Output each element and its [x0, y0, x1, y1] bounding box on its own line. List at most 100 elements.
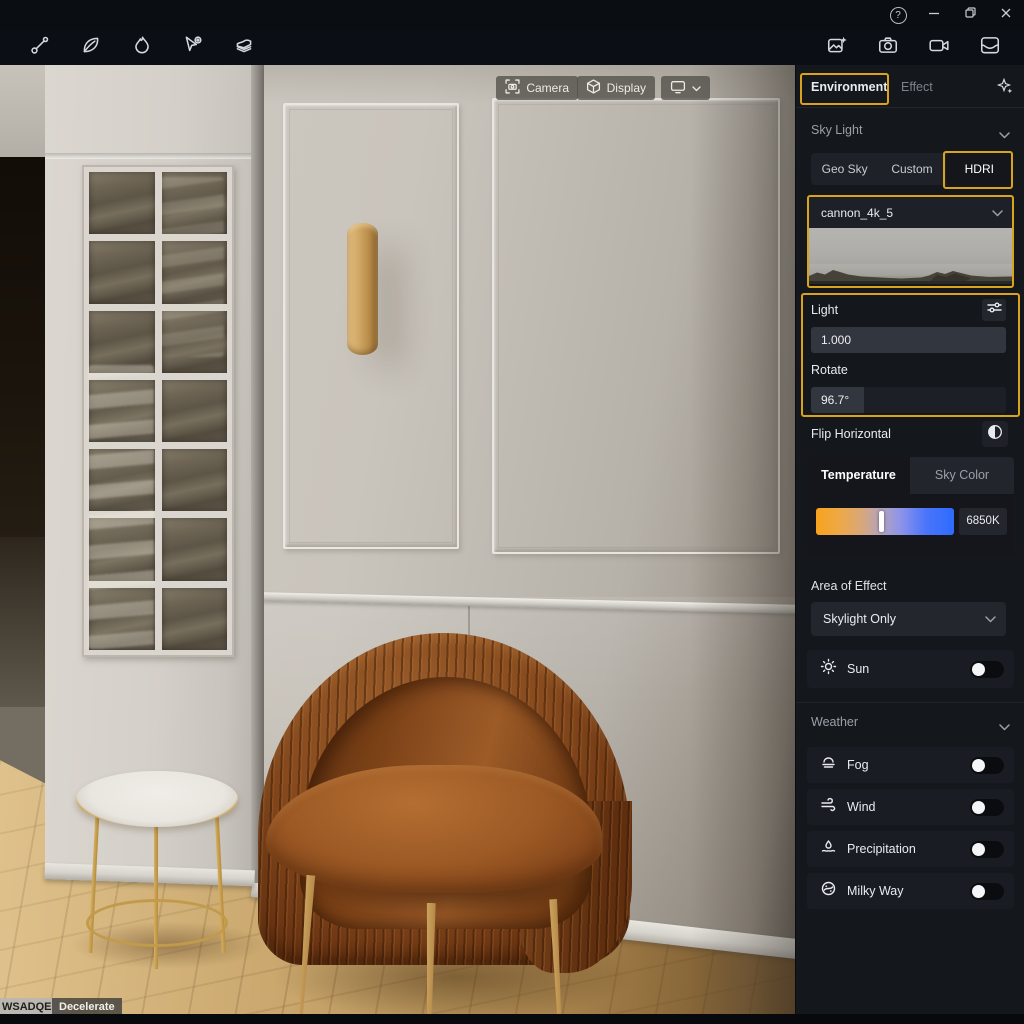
toggle-knob — [972, 759, 985, 772]
rotate-label: Rotate — [811, 363, 848, 377]
contrast-half-circle-icon — [987, 424, 1003, 445]
sparkles-icon — [996, 82, 1014, 99]
side-table-ring — [86, 899, 228, 947]
movement-keys-hint: WSADQE — [0, 998, 59, 1014]
sky-mode-geo-sky[interactable]: Geo Sky — [811, 153, 878, 185]
collapse-chevron-icon[interactable] — [999, 718, 1010, 736]
tab-effect[interactable]: Effect — [901, 80, 933, 94]
title-bar: ? — [0, 0, 1024, 30]
close-icon — [1000, 6, 1012, 24]
divider — [796, 702, 1024, 703]
sky-light-section-title[interactable]: Sky Light — [811, 123, 862, 137]
glass-pane — [162, 518, 228, 580]
sun-toggle[interactable] — [970, 661, 1004, 678]
display-mode-button[interactable]: Display — [577, 76, 655, 100]
collapse-chevron-icon[interactable] — [999, 126, 1010, 144]
wind-toggle[interactable] — [970, 799, 1004, 816]
sky-mode-custom[interactable]: Custom — [878, 153, 945, 185]
dark-doorway-opening — [0, 157, 47, 537]
fog-icon — [820, 754, 837, 776]
hallway-shadow — [0, 537, 47, 707]
area-of-effect-dropdown[interactable]: Skylight Only — [811, 602, 1006, 636]
weather-row-wind[interactable]: Wind — [807, 789, 1014, 825]
fog-label: Fog — [847, 758, 869, 772]
tab-temperature[interactable]: Temperature — [807, 457, 910, 494]
minimize-button[interactable] — [916, 0, 952, 30]
asset-library-button[interactable] — [978, 36, 1002, 60]
render-image-button[interactable] — [825, 36, 849, 60]
glass-reflection — [88, 365, 154, 649]
path-tool-button[interactable] — [28, 36, 52, 60]
path-tool-icon — [29, 34, 51, 61]
tool-group-left — [28, 36, 256, 60]
temperature-value-box[interactable]: 6850K — [959, 508, 1007, 535]
milky-way-icon — [820, 880, 837, 902]
fire-tool-button[interactable] — [130, 36, 154, 60]
weather-row-precipitation[interactable]: Precipitation — [807, 831, 1014, 867]
decelerate-hint: Decelerate — [52, 998, 122, 1014]
view-layout-button[interactable] — [661, 76, 710, 100]
hdri-terrain — [809, 228, 1012, 284]
camera-frame-icon — [505, 79, 520, 97]
door-trim — [45, 153, 257, 159]
sky-mode-segmented-control: Geo Sky Custom HDRI — [811, 153, 1013, 185]
tab-environment[interactable]: Environment — [811, 80, 887, 94]
help-button[interactable]: ? — [880, 0, 916, 30]
precipitation-label: Precipitation — [847, 842, 916, 856]
chevron-down-icon — [985, 610, 996, 628]
hdri-select-dropdown[interactable]: cannon_4k_5 — [809, 197, 1012, 228]
select-add-tool-button[interactable] — [181, 36, 205, 60]
viewport-scene[interactable]: Camera Display WSADQE Decelerate — [0, 65, 795, 1014]
armchair-seat-cushion — [266, 765, 602, 893]
weather-row-milky-way[interactable]: Milky Way — [807, 873, 1014, 909]
display-mode-label: Display — [607, 81, 646, 95]
close-button[interactable] — [988, 0, 1024, 30]
camera-icon — [877, 34, 899, 61]
toggle-knob — [972, 801, 985, 814]
precipitation-icon — [820, 838, 837, 860]
cube-icon — [586, 79, 601, 97]
flip-horizontal-button[interactable] — [982, 421, 1008, 447]
help-icon: ? — [890, 7, 907, 24]
asset-inbox-icon — [979, 34, 1001, 61]
weather-section-title[interactable]: Weather — [811, 715, 858, 729]
toggle-knob — [972, 843, 985, 856]
foliage-tool-button[interactable] — [79, 36, 103, 60]
tab-sky-color[interactable]: Sky Color — [910, 457, 1014, 494]
tool-group-right — [825, 36, 1002, 60]
temperature-slider-handle[interactable] — [879, 511, 884, 532]
sky-color-card: Temperature Sky Color 6850K — [807, 457, 1014, 557]
video-camera-icon — [928, 34, 950, 61]
hdri-thumbnail — [809, 228, 1012, 284]
weather-row-fog[interactable]: Fog — [807, 747, 1014, 783]
milky-way-label: Milky Way — [847, 884, 903, 898]
glass-pane — [89, 311, 155, 373]
flip-horizontal-label: Flip Horizontal — [811, 427, 891, 441]
rotate-value: 96.7° — [821, 387, 849, 413]
chevron-down-icon — [692, 81, 701, 95]
leaf-icon — [80, 34, 102, 61]
sun-row[interactable]: Sun — [807, 650, 1014, 688]
render-image-icon — [826, 34, 848, 61]
wall-shadow — [690, 65, 795, 1014]
rotate-slider[interactable]: 96.7° — [811, 387, 1006, 413]
layers-icon — [233, 34, 255, 61]
temperature-gradient-slider[interactable] — [816, 508, 954, 535]
video-record-button[interactable] — [927, 36, 951, 60]
restore-button[interactable] — [952, 0, 988, 30]
light-intensity-slider[interactable]: 1.000 — [811, 327, 1006, 353]
layers-tool-button[interactable] — [232, 36, 256, 60]
screenshot-button[interactable] — [876, 36, 900, 60]
side-table-top — [76, 771, 238, 827]
camera-view-button[interactable]: Camera — [496, 76, 578, 100]
chevron-down-icon — [992, 204, 1003, 222]
precipitation-toggle[interactable] — [970, 841, 1004, 858]
light-label: Light — [811, 303, 838, 317]
fog-toggle[interactable] — [970, 757, 1004, 774]
ai-enhance-button[interactable] — [996, 77, 1014, 100]
sky-mode-hdri[interactable]: HDRI — [946, 153, 1013, 185]
milky-way-toggle[interactable] — [970, 883, 1004, 900]
light-settings-button[interactable] — [982, 299, 1006, 321]
glass-reflection — [160, 177, 224, 357]
environment-panel: Environment Effect Sky Light Geo Sky Cus… — [795, 65, 1024, 1014]
